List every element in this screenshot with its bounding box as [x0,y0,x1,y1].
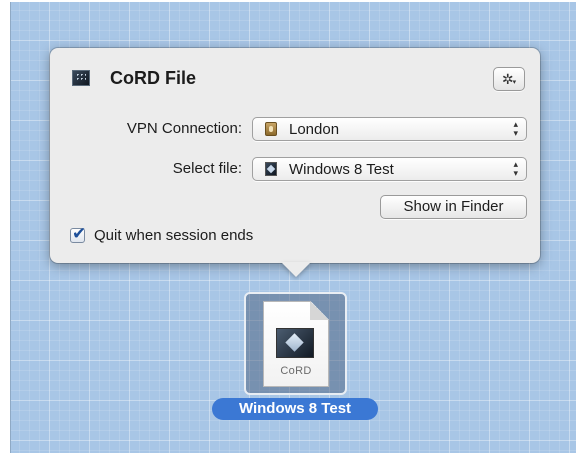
select-arrows-icon: ▴ ▾ [513,119,518,138]
cord-file-popover: CoRD File ✲▾ VPN Connection: London ▴ ▾ S… [50,48,540,263]
popover-title: CoRD File [110,68,197,88]
quit-when-session-ends-label[interactable]: Quit when session ends [94,227,253,244]
show-in-finder-button[interactable]: Show in Finder [380,195,527,219]
cord-app-icon [72,70,90,86]
gear-menu-button[interactable]: ✲▾ [493,67,525,91]
cord-emblem-icon [276,328,314,358]
vpn-connection-select[interactable]: London ▴ ▾ [252,117,527,141]
gear-icon: ✲ [501,71,514,87]
select-file-value: Windows 8 Test [289,161,394,178]
vpn-connection-value: London [289,121,340,138]
popover-arrow [281,262,311,277]
document-fold [310,301,329,320]
document-type-label: CoRD [280,365,312,377]
file-name-label[interactable]: Windows 8 Test [212,398,378,420]
chevron-down-icon: ▾ [512,79,517,86]
select-file-select[interactable]: Windows 8 Test ▴ ▾ [252,157,527,181]
vpn-connection-label: VPN Connection: [126,120,242,137]
window-canvas: CoRD File ✲▾ VPN Connection: London ▴ ▾ S… [0,0,581,455]
vpn-lock-icon [265,122,277,136]
checkmark-icon: ✔ [72,224,87,243]
select-arrows-icon: ▴ ▾ [513,159,518,178]
cord-file-icon [265,162,277,176]
quit-when-session-ends-checkbox[interactable]: ✔ [70,224,86,243]
select-file-label: Select file: [172,160,242,177]
